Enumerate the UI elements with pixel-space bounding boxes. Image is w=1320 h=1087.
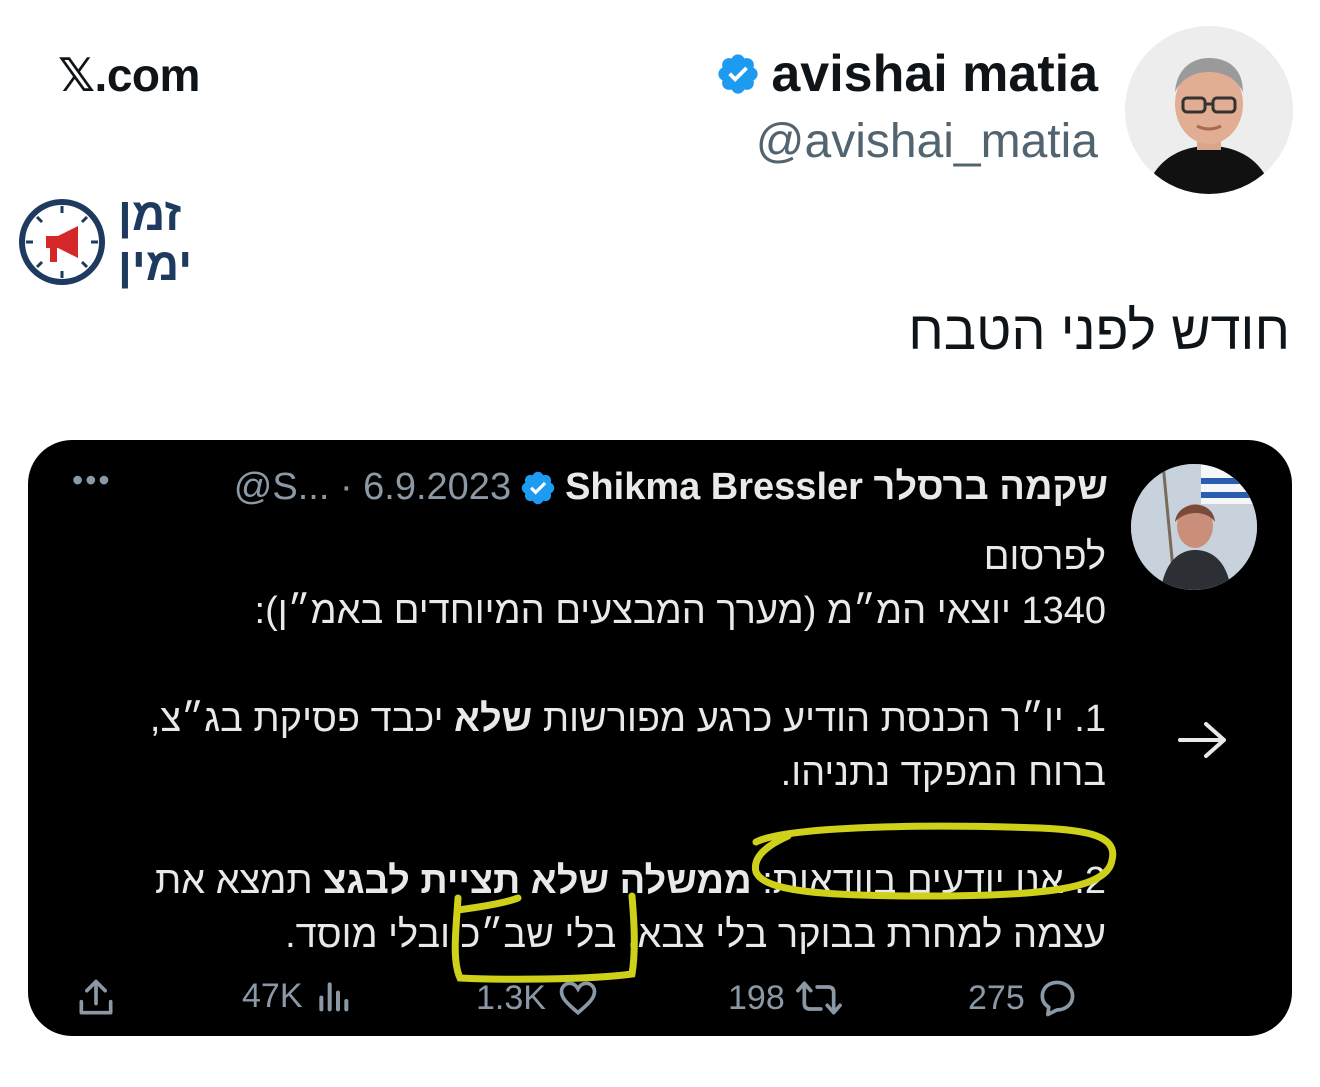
likes-count: 1.3K: [476, 978, 546, 1017]
reposts-count: 198: [728, 978, 785, 1017]
quoted-tweet-body: לפרסום 1340 יוצאי המ״מ (מערך המבצעים המי…: [146, 530, 1106, 962]
like-button[interactable]: 1.3K: [476, 976, 600, 1020]
quote-line: ברוח המפקד נתניהו.: [780, 752, 1106, 794]
quote-text: 1. יו״ר הכנסת הודיע כרגע מפורשות: [532, 698, 1106, 740]
author-avatar[interactable]: [1125, 26, 1293, 194]
brand-text-top: זמן: [118, 188, 182, 240]
replies-count: 275: [968, 978, 1025, 1017]
quoted-tweet-card[interactable]: ••• שקמה ברסלר Shikma Bressler @S... · 6…: [28, 440, 1292, 1036]
quoted-tweet-header: שקמה ברסלר Shikma Bressler @S... · 6.9.2…: [234, 466, 1108, 509]
analytics-icon: [318, 982, 348, 1012]
quoted-author-name[interactable]: שקמה ברסלר Shikma Bressler: [565, 466, 1108, 509]
brand-logo: זמן ימין: [18, 190, 218, 296]
share-button[interactable]: [74, 976, 118, 1020]
quote-bold-text: ממשלה שלא תציית לבגצ: [323, 860, 752, 902]
repost-icon: [795, 981, 842, 1015]
heart-icon: [559, 981, 597, 1016]
quote-line: עצמה למחרת בבוקר בלי צבא, בלי שב״כ ובלי …: [285, 914, 1106, 956]
quote-text: תמצא את: [155, 860, 324, 902]
reply-bubble-icon: [1040, 980, 1075, 1017]
brand-text-bottom: ימין: [118, 238, 193, 290]
verified-badge-icon: [521, 471, 555, 504]
quote-text: יכבד פסיקת בג״צ,: [149, 698, 455, 740]
quote-line: לפרסום: [983, 536, 1106, 578]
repost-button[interactable]: 198: [728, 976, 843, 1020]
reply-button[interactable]: 275: [968, 976, 1079, 1020]
site-label: 𝕏.com: [58, 49, 200, 101]
quoted-tweet-meta: @S... · 6.9.2023: [233, 466, 512, 508]
verified-badge-icon: [718, 54, 759, 94]
quote-paragraph-2: 2. אנו יודעים בוודאות: ממשלה שלא תציית ל…: [146, 854, 1106, 908]
person-avatar-icon: [1125, 26, 1293, 194]
tweet-actions-bar: 47K 1.3K 198 275: [28, 976, 1292, 1026]
quote-line: 1340 יוצאי המ״מ (מערך המבצעים המיוחדים ב…: [254, 590, 1106, 632]
quote-bold-text: שלא: [454, 698, 533, 740]
share-icon: [79, 979, 113, 1015]
post-text: חודש לפני הטבח: [908, 301, 1290, 361]
author-block: avishai matia @avishai_matia: [715, 44, 1098, 169]
views-count: 47K: [242, 976, 303, 1015]
quote-paragraph-1: 1. יו״ר הכנסת הודיע כרגע מפורשות שלא יכב…: [146, 692, 1106, 746]
more-options-button[interactable]: •••: [72, 462, 112, 499]
views-button[interactable]: 47K: [242, 976, 353, 1016]
author-name-row[interactable]: avishai matia: [715, 44, 1098, 104]
author-handle[interactable]: @avishai_matia: [715, 114, 1098, 169]
quoted-author-avatar[interactable]: [1131, 464, 1257, 590]
quote-text: 2. אנו יודעים בוודאות:: [751, 860, 1106, 902]
arrow-right-icon[interactable]: [1176, 718, 1230, 762]
author-name: avishai matia: [771, 45, 1098, 103]
person-avatar-icon: [1131, 464, 1257, 590]
